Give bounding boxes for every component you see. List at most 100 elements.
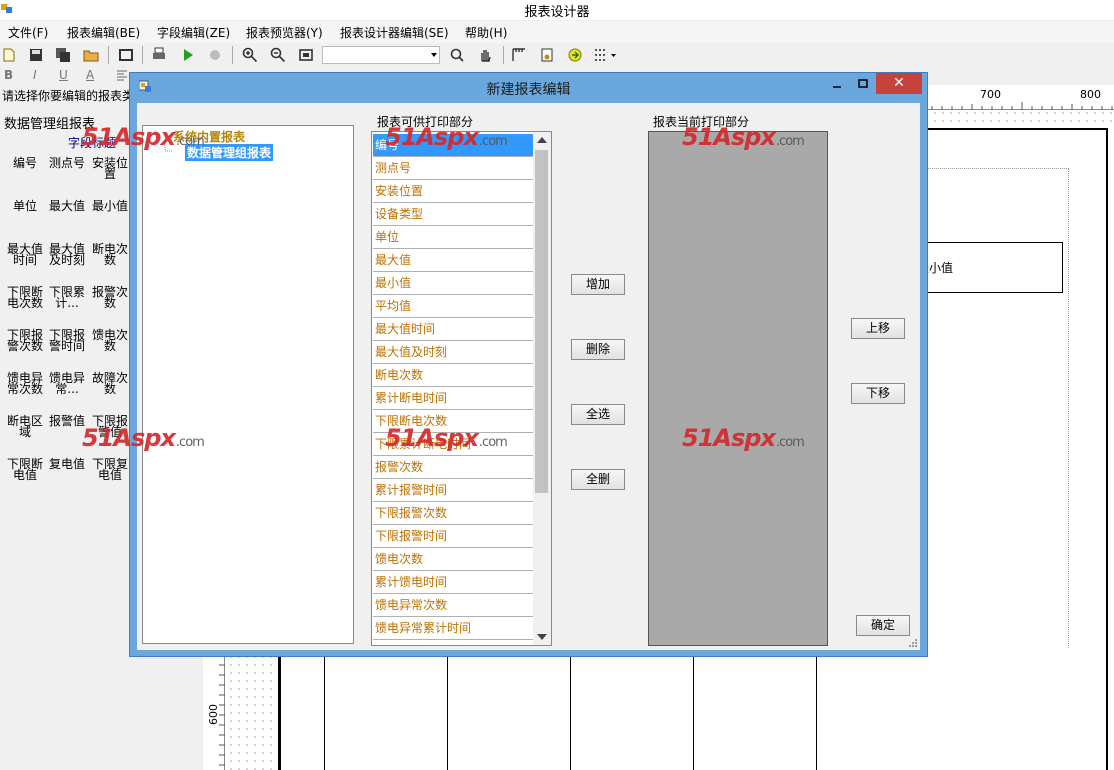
- available-fields-list[interactable]: 编号 测点号 安装位置 设备类型 单位 最大值 最小值 平均值 最大值时间 最大值及时刻 断电次数累…: [371, 131, 552, 646]
- app-titlebar: 报表设计器: [0, 0, 1114, 20]
- ok-button[interactable]: 确定: [856, 615, 910, 636]
- menu-field-edit[interactable]: 字段编辑(ZE): [157, 24, 230, 41]
- stop-icon[interactable]: [207, 47, 223, 63]
- watermark: 51Aspx.com: [82, 424, 205, 452]
- menu-bar: 文件(F) 报表编辑(BE) 字段编辑(ZE) 报表预览器(Y) 报表设计器编辑…: [0, 21, 1114, 43]
- field-cell[interactable]: 单位: [4, 200, 46, 212]
- field-cell[interactable]: 下限断电次数: [4, 286, 46, 309]
- font-color-button[interactable]: A: [86, 68, 94, 82]
- delete-button[interactable]: 删除: [571, 339, 625, 360]
- available-item[interactable]: 馈电异常累计时间: [373, 617, 533, 640]
- delete-all-button[interactable]: 全删: [571, 469, 625, 490]
- new-file-icon[interactable]: [1, 47, 17, 63]
- save-icon[interactable]: [28, 47, 44, 63]
- report-tree[interactable]: 系统内置报表 数据管理组报表: [142, 125, 354, 644]
- field-cell[interactable]: 编号: [4, 157, 46, 169]
- main-toolbar: [0, 43, 1114, 67]
- field-cell[interactable]: 下限报警次数: [4, 329, 46, 352]
- field-cell[interactable]: 安装位置: [89, 157, 131, 180]
- available-item[interactable]: 下限报警时间: [373, 525, 533, 548]
- available-item[interactable]: 馈电异常次数: [373, 594, 533, 617]
- available-item[interactable]: 最大值及时刻: [373, 341, 533, 364]
- available-item[interactable]: 安装位置: [373, 180, 533, 203]
- menu-report-preview[interactable]: 报表预览器(Y): [246, 24, 323, 41]
- menu-file[interactable]: 文件(F): [8, 24, 48, 41]
- field-cell[interactable]: 下限报警时间: [46, 329, 88, 352]
- available-item[interactable]: 最大值: [373, 249, 533, 272]
- available-item[interactable]: 累计馈电时间: [373, 571, 533, 594]
- zoom-combo[interactable]: [322, 46, 440, 64]
- field-cell[interactable]: 断电次数: [89, 243, 131, 266]
- field-cell[interactable]: 断电区域: [4, 415, 46, 438]
- grid-dropdown-icon[interactable]: [594, 47, 618, 63]
- preview-window-icon[interactable]: [118, 47, 134, 63]
- available-item[interactable]: 断电次数: [373, 364, 533, 387]
- move-down-button[interactable]: 下移: [851, 383, 905, 404]
- print-icon[interactable]: [151, 47, 167, 63]
- align-left-icon[interactable]: [116, 69, 128, 81]
- current-fields-list[interactable]: [648, 131, 828, 646]
- bold-button[interactable]: B: [4, 68, 13, 82]
- select-all-button[interactable]: 全选: [571, 404, 625, 425]
- menu-designer-edit[interactable]: 报表设计器编辑(SE): [340, 24, 449, 41]
- move-up-button[interactable]: 上移: [851, 318, 905, 339]
- field-cell[interactable]: 馈电次数: [89, 329, 131, 352]
- watermark: 51Aspx.com: [682, 424, 805, 452]
- available-item[interactable]: 设备类型: [373, 203, 533, 226]
- field-cell[interactable]: 报警次数: [89, 286, 131, 309]
- available-item[interactable]: 累计断电时间: [373, 387, 533, 410]
- field-cell[interactable]: 下限断电值: [4, 458, 46, 481]
- run-icon[interactable]: [180, 47, 196, 63]
- available-item[interactable]: 最大值时间: [373, 318, 533, 341]
- field-cell[interactable]: 下限累计...: [46, 286, 88, 309]
- field-cell[interactable]: 测点号: [46, 157, 88, 169]
- watermark: 51Aspx.com: [385, 123, 508, 151]
- zoom-in-icon[interactable]: [242, 47, 258, 63]
- maximize-icon[interactable]: [856, 77, 870, 91]
- go-arrow-icon[interactable]: [567, 47, 583, 63]
- field-cell[interactable]: 馈电异常...: [46, 372, 88, 395]
- available-item[interactable]: 报警次数: [373, 456, 533, 479]
- list-scrollbar[interactable]: [533, 132, 551, 645]
- scroll-down-icon[interactable]: [537, 634, 547, 640]
- scroll-up-icon[interactable]: [537, 137, 547, 143]
- dialog-title: 新建报表编辑: [486, 82, 571, 98]
- field-cell[interactable]: 下限复电值: [89, 458, 131, 481]
- find-icon[interactable]: [449, 47, 465, 63]
- available-item[interactable]: 最小值: [373, 272, 533, 295]
- dialog-titlebar: 新建报表编辑 ✕: [130, 73, 927, 101]
- scroll-thumb[interactable]: [535, 150, 548, 493]
- minimize-icon[interactable]: [830, 77, 844, 91]
- field-cell[interactable]: 馈电异常次数: [4, 372, 46, 395]
- field-cell[interactable]: 最大值及时刻: [46, 243, 88, 266]
- hand-pan-icon[interactable]: [477, 47, 493, 63]
- resize-grip-icon[interactable]: [908, 638, 918, 648]
- available-item[interactable]: 累计报警时间: [373, 479, 533, 502]
- field-cell[interactable]: 最大值: [46, 200, 88, 212]
- close-button[interactable]: ✕: [876, 73, 922, 94]
- ruler-label-800: 800: [1080, 88, 1101, 101]
- watermark: 51Aspx.com: [385, 424, 508, 452]
- watermark: 51Aspx.com: [682, 123, 805, 151]
- field-cell[interactable]: 故障次数: [89, 372, 131, 395]
- menu-report-edit[interactable]: 报表编辑(BE): [67, 24, 140, 41]
- zoom-out-icon[interactable]: [270, 47, 286, 63]
- settings-doc-icon[interactable]: [539, 47, 555, 63]
- available-item[interactable]: 测点号: [373, 157, 533, 180]
- menu-help[interactable]: 帮助(H): [465, 24, 507, 41]
- open-folder-icon[interactable]: [83, 47, 99, 63]
- add-button[interactable]: 增加: [571, 274, 625, 295]
- ruler-icon[interactable]: [511, 47, 527, 63]
- available-item[interactable]: 馈电次数: [373, 548, 533, 571]
- available-item[interactable]: 单位: [373, 226, 533, 249]
- underline-button[interactable]: U: [59, 68, 68, 82]
- save-all-icon[interactable]: [55, 47, 71, 63]
- available-item[interactable]: 平均值: [373, 295, 533, 318]
- italic-button[interactable]: I: [33, 68, 37, 82]
- fit-page-icon[interactable]: [298, 47, 314, 63]
- available-item[interactable]: 下限报警次数: [373, 502, 533, 525]
- report-designer-window: 报表设计器 文件(F) 报表编辑(BE) 字段编辑(ZE) 报表预览器(Y) 报…: [0, 0, 1114, 770]
- field-cell[interactable]: 最小值: [89, 200, 131, 212]
- field-cell[interactable]: 最大值时间: [4, 243, 46, 266]
- field-cell[interactable]: 复电值: [46, 458, 88, 470]
